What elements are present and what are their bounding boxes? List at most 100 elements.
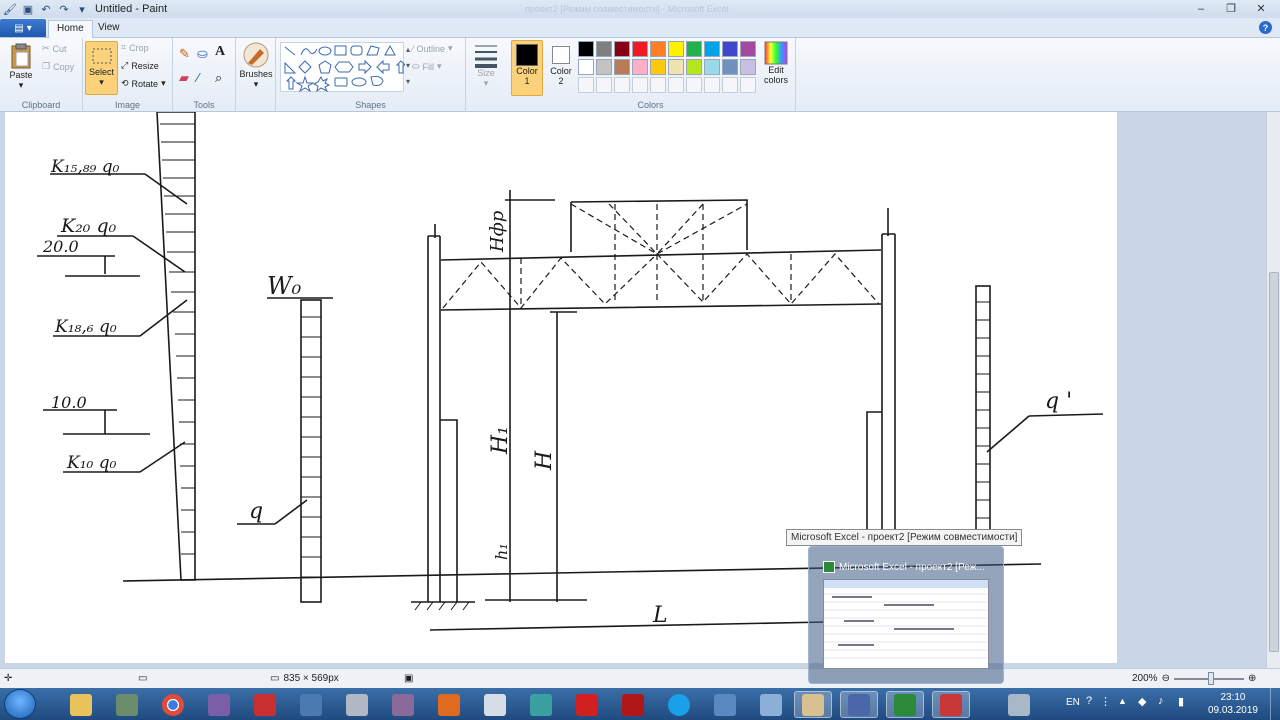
edit-colors-button[interactable]: Edit colors — [760, 41, 792, 85]
app-icon-20[interactable] — [932, 691, 970, 718]
close-button[interactable]: ✕ — [1248, 1, 1274, 16]
shapes-scroll[interactable]: ▴ ▾ ▾ — [404, 42, 412, 92]
outline-button[interactable]: ⁄ Outline ▾ — [412, 43, 453, 54]
palette-swatch[interactable] — [740, 59, 756, 75]
app-icon-18[interactable] — [840, 691, 878, 718]
calculator-icon[interactable] — [476, 691, 514, 718]
dropbox-icon[interactable]: ◆ — [1138, 695, 1146, 708]
help-icon[interactable]: ? — [1259, 21, 1272, 34]
custom-color-slot[interactable] — [740, 77, 756, 93]
palette-swatch[interactable] — [740, 41, 756, 57]
custom-color-slot[interactable] — [650, 77, 666, 93]
custom-color-slot[interactable] — [614, 77, 630, 93]
tab-view[interactable]: View — [90, 20, 128, 39]
shapes-gallery[interactable] — [280, 42, 407, 93]
select-button[interactable]: Select ▾ — [85, 41, 118, 95]
color1-button[interactable]: Color 1 — [511, 40, 543, 96]
custom-color-slot[interactable] — [578, 77, 594, 93]
fill-button[interactable]: ⛀ Fill ▾ — [412, 61, 442, 72]
palette-swatch[interactable] — [596, 59, 612, 75]
explorer-icon[interactable] — [62, 691, 100, 718]
app-icon-16[interactable] — [752, 691, 790, 718]
paste-button[interactable]: Paste ▾ — [6, 42, 36, 91]
crop-button[interactable]: ⌗ Crop — [121, 42, 149, 53]
custom-color-slot[interactable] — [596, 77, 612, 93]
palette-swatch[interactable] — [578, 59, 594, 75]
scrollbar-thumb[interactable] — [1269, 272, 1279, 652]
minimize-button[interactable]: – — [1188, 1, 1214, 16]
paint-app-icon[interactable]: 🖌 — [3, 2, 17, 16]
vertical-scrollbar[interactable] — [1266, 112, 1280, 668]
tray-expand-icon[interactable]: ▲ — [1118, 696, 1127, 706]
palette-swatch[interactable] — [668, 59, 684, 75]
tray-help-icon[interactable]: ? — [1086, 695, 1092, 707]
app-icon-2[interactable] — [108, 691, 146, 718]
paint-menu-button[interactable]: ▤ ▾ — [0, 19, 46, 37]
palette-swatch[interactable] — [596, 41, 612, 57]
undo-icon[interactable]: ↶ — [39, 2, 53, 16]
show-desktop-button[interactable] — [1270, 688, 1280, 720]
palette-swatch[interactable] — [578, 41, 594, 57]
app-icon-15[interactable] — [706, 691, 744, 718]
palette-swatch[interactable] — [632, 59, 648, 75]
palette-swatch[interactable] — [686, 41, 702, 57]
tray-info-icon[interactable]: ⋮ — [1100, 695, 1111, 708]
fill-bucket-icon[interactable]: ⛀ — [197, 46, 208, 62]
app-icon-4[interactable] — [200, 691, 238, 718]
palette-swatch[interactable] — [722, 41, 738, 57]
app-icon-21[interactable] — [1000, 691, 1038, 718]
volume-icon[interactable]: ♪ — [1158, 695, 1164, 707]
zoom-out-button[interactable]: ⊖ — [1162, 673, 1170, 684]
paint-taskbar-icon[interactable] — [794, 691, 832, 718]
tab-home[interactable]: Home — [48, 20, 93, 39]
start-button[interactable] — [4, 689, 36, 719]
custom-color-slot[interactable] — [704, 77, 720, 93]
palette-swatch[interactable] — [722, 59, 738, 75]
palette-swatch[interactable] — [650, 59, 666, 75]
palette-swatch[interactable] — [704, 41, 720, 57]
pencil-icon[interactable]: ✎ — [179, 46, 190, 62]
color-picker-icon[interactable]: ⁄ — [197, 70, 199, 85]
zoom-in-button[interactable]: ⊕ — [1248, 673, 1256, 684]
zoom-slider-thumb[interactable] — [1207, 671, 1214, 685]
rotate-button[interactable]: ⟲ Rotate ▾ — [121, 78, 166, 89]
palette-swatch[interactable] — [632, 41, 648, 57]
excel-taskbar-icon[interactable] — [886, 691, 924, 718]
skype-icon[interactable] — [660, 691, 698, 718]
language-indicator[interactable]: EN — [1066, 697, 1080, 708]
eraser-icon[interactable]: ▰ — [179, 70, 189, 86]
app-icon-5[interactable] — [246, 691, 284, 718]
custom-color-slot[interactable] — [632, 77, 648, 93]
palette-swatch[interactable] — [704, 59, 720, 75]
restore-button[interactable]: ❐ — [1218, 1, 1244, 16]
brushes-button[interactable]: Brushes ▾ — [239, 41, 273, 90]
customize-qat-icon[interactable]: ▾ — [75, 2, 89, 16]
custom-color-slot[interactable] — [722, 77, 738, 93]
cut-button[interactable]: ✂ Cut — [42, 43, 67, 54]
resize-button[interactable]: ⤢ Resize — [121, 60, 159, 71]
clock[interactable]: 23:10 09.03.2019 — [1208, 691, 1258, 717]
autocad-icon[interactable] — [568, 691, 606, 718]
palette-swatch[interactable] — [614, 41, 630, 57]
size-button[interactable]: Size ▾ — [471, 42, 501, 89]
palette-swatch[interactable] — [668, 41, 684, 57]
app-icon-8[interactable] — [384, 691, 422, 718]
app-icon-9[interactable] — [430, 691, 468, 718]
app-icon-6[interactable] — [292, 691, 330, 718]
palette-swatch[interactable] — [614, 59, 630, 75]
color2-button[interactable]: Color 2 — [546, 40, 576, 96]
text-tool-icon[interactable]: A — [215, 44, 225, 60]
redo-icon[interactable]: ↷ — [57, 2, 71, 16]
app-icon-7[interactable] — [338, 691, 376, 718]
zoom-slider[interactable] — [1173, 671, 1244, 685]
palette-swatch[interactable] — [686, 59, 702, 75]
palette-swatch[interactable] — [650, 41, 666, 57]
battery-icon[interactable]: ▮ — [1178, 695, 1184, 708]
save-icon[interactable]: ▣ — [21, 2, 35, 16]
copy-button[interactable]: ❐ Copy — [42, 61, 74, 72]
chrome-icon[interactable] — [154, 691, 192, 718]
custom-color-slot[interactable] — [668, 77, 684, 93]
magnifier-icon[interactable]: ⌕ — [215, 70, 222, 86]
acrobat-icon[interactable] — [614, 691, 652, 718]
custom-color-slot[interactable] — [686, 77, 702, 93]
